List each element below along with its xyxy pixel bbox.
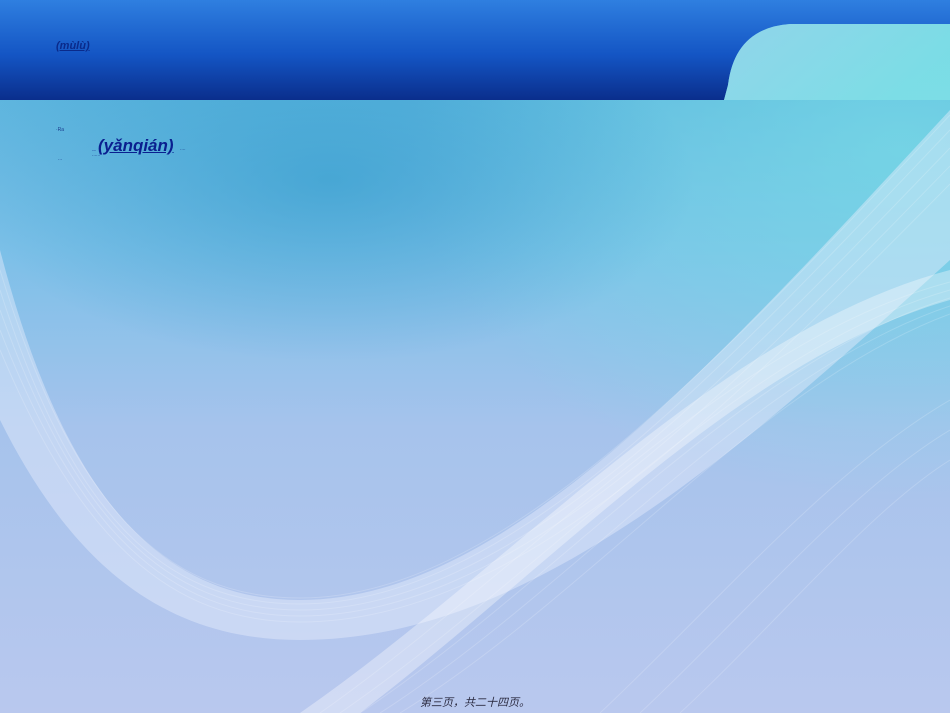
- slide: (mùlù) ·Ra ... .. (yǎnqián) ...... .... …: [0, 0, 950, 713]
- wave-lines: [0, 114, 950, 713]
- note-c: ......: [92, 152, 101, 158]
- header-teal-tab: [724, 24, 950, 100]
- wave-main: [0, 110, 950, 640]
- slide-title[interactable]: (mùlù): [56, 40, 90, 52]
- page-footer: 第三页，共二十四页。: [420, 697, 530, 709]
- wave-lower: [300, 270, 950, 713]
- yanqian-link[interactable]: (yǎnqián): [98, 136, 174, 156]
- note-b: ...: [58, 156, 63, 162]
- background-waves: [0, 0, 950, 713]
- note-a: ·Ra: [56, 127, 65, 133]
- note-d: ....: [180, 146, 186, 152]
